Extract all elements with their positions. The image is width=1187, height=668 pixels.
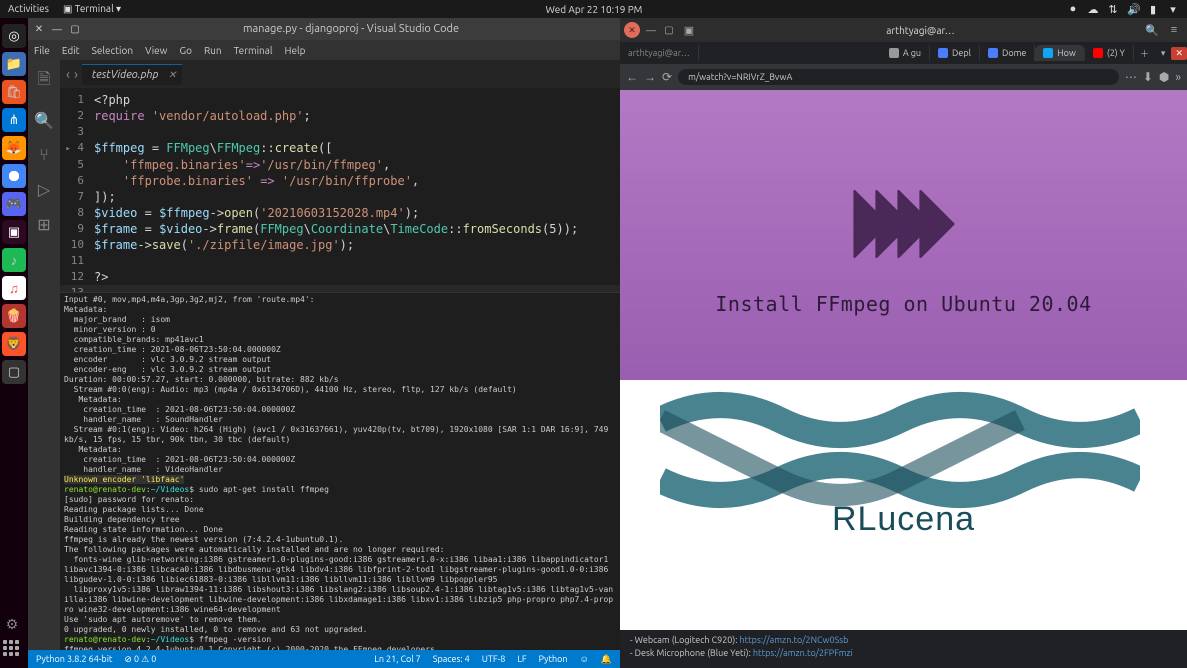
- dock-spotify-icon[interactable]: ♪: [2, 248, 26, 272]
- clock[interactable]: Wed Apr 22 10:19 PM: [121, 4, 1067, 15]
- video-title: Install FFmpeg on Ubuntu 20.04: [715, 292, 1091, 316]
- new-window-icon[interactable]: ▣: [680, 21, 698, 39]
- editor-tabs: ‹ › testVideo.php ✕: [60, 60, 620, 88]
- tab-close-icon[interactable]: ✕: [168, 69, 176, 81]
- nav-back-icon[interactable]: ←: [626, 70, 638, 84]
- secondary-terminal-tab[interactable]: arthtyagi@ar…: [620, 45, 699, 61]
- status-lang[interactable]: Python: [539, 654, 568, 665]
- menu-run[interactable]: Run: [204, 45, 222, 56]
- power-icon[interactable]: ▾: [1167, 3, 1179, 16]
- video-description: - Webcam (Logitech C920): https://amzn.t…: [620, 630, 1187, 668]
- url-input[interactable]: m/watch?v=NRIVrZ_BvwA: [678, 69, 1119, 85]
- record-icon[interactable]: ●: [1067, 3, 1079, 16]
- wifi-icon[interactable]: ⇅: [1107, 3, 1119, 16]
- overlay-title: arthtyagi@ar…: [702, 25, 1139, 36]
- debug-icon[interactable]: ▷: [38, 180, 50, 199]
- browser-tab[interactable]: A gu: [881, 45, 930, 61]
- status-bell-icon[interactable]: 🔔: [601, 654, 612, 665]
- vscode-menubar: File Edit Selection View Go Run Terminal Help: [28, 40, 620, 60]
- close-icon[interactable]: ✕: [624, 22, 640, 38]
- activity-bar: 🗎 🔍 ⑂ ▷ ⊞: [28, 60, 60, 650]
- activities-button[interactable]: Activities: [8, 3, 49, 15]
- minimize-button[interactable]: —: [50, 22, 64, 36]
- browser-tabstrip: arthtyagi@ar… A guDeplDomeHow(2) Y ＋ ▾ ✕: [620, 42, 1187, 64]
- volume-icon[interactable]: 🔊: [1127, 3, 1139, 16]
- launcher-dock: ◎ 📁 🛍 ⋔ 🦊 🎮 ▣ ♪ ♫ 🍿 🦁 ▢ ⚙: [0, 18, 28, 668]
- dock-apps-grid-icon[interactable]: [3, 640, 25, 662]
- explorer-icon[interactable]: 🗎: [38, 68, 51, 95]
- menu-go[interactable]: Go: [179, 45, 191, 56]
- nav-back-icon[interactable]: ‹: [66, 66, 70, 82]
- dock-chrome-icon[interactable]: [2, 164, 26, 188]
- dock-brave-icon[interactable]: 🦁: [2, 332, 26, 356]
- dock-app-icon[interactable]: ▢: [2, 360, 26, 384]
- status-eol[interactable]: LF: [517, 654, 526, 665]
- more-icon[interactable]: ⋯: [1125, 70, 1137, 84]
- dock-obs-icon[interactable]: ◎: [2, 24, 26, 48]
- new-tab-button[interactable]: ＋: [1134, 47, 1155, 60]
- tab-label: testVideo.php: [92, 69, 159, 81]
- status-spaces[interactable]: Spaces: 4: [433, 654, 470, 665]
- status-encoding[interactable]: UTF-8: [482, 654, 506, 665]
- ffmpeg-logo-icon: [849, 184, 959, 264]
- cloud-icon[interactable]: ☁: [1087, 3, 1099, 16]
- browser-tab[interactable]: (2) Y: [1085, 45, 1134, 61]
- nav-fwd-icon[interactable]: ›: [74, 66, 78, 82]
- search-icon[interactable]: 🔍: [34, 111, 54, 130]
- code-editor[interactable]: 1<?php2require 'vendor/autoload.php';3▸ …: [60, 88, 620, 292]
- dock-files-icon[interactable]: 📁: [2, 52, 26, 76]
- extensions-icon[interactable]: ⊞: [37, 215, 50, 234]
- menu-file[interactable]: File: [34, 45, 50, 56]
- download-icon[interactable]: ⬇: [1143, 70, 1153, 84]
- tabs-dropdown-icon[interactable]: ▾: [1155, 48, 1172, 59]
- menu-edit[interactable]: Edit: [62, 45, 80, 56]
- status-python[interactable]: Python 3.8.2 64-bit: [36, 654, 112, 664]
- menu-view[interactable]: View: [145, 45, 167, 56]
- dock-firefox-icon[interactable]: 🦊: [2, 136, 26, 160]
- terminal-overlay-window: ✕ — ▢ ▣ arthtyagi@ar… 🔍 ≡ arthtyagi@ar… …: [620, 18, 1187, 668]
- browser-tab[interactable]: Dome: [980, 45, 1035, 61]
- channel-name: RLucena: [620, 500, 1187, 539]
- close-button[interactable]: ✕: [32, 22, 46, 36]
- terminal-menu[interactable]: ▣ Terminal ▾: [63, 3, 121, 15]
- dock-vscode-icon[interactable]: ⋔: [2, 108, 26, 132]
- git-icon[interactable]: ⑂: [39, 146, 49, 164]
- menu-icon[interactable]: ≡: [1165, 21, 1183, 39]
- window-close-icon[interactable]: ✕: [1171, 47, 1187, 60]
- dock-settings-icon[interactable]: ⚙: [0, 612, 24, 636]
- status-problems[interactable]: ⊘ 0 ⚠ 0: [124, 654, 156, 665]
- menu-help[interactable]: Help: [285, 45, 306, 56]
- vscode-window: ✕ — ▢ manage.py - djangoproj - Visual St…: [28, 18, 620, 668]
- nav-fwd-icon[interactable]: →: [644, 70, 656, 84]
- browser-viewport: Install FFmpeg on Ubuntu 20.04 RLucena -…: [620, 90, 1187, 668]
- dock-terminal-icon[interactable]: ▣: [2, 220, 26, 244]
- status-feedback-icon[interactable]: ☺: [580, 654, 589, 665]
- menu-selection[interactable]: Selection: [92, 45, 133, 56]
- video-thumbnail[interactable]: Install FFmpeg on Ubuntu 20.04: [620, 90, 1187, 380]
- status-position[interactable]: Ln 21, Col 7: [374, 654, 420, 665]
- gnome-topbar: Activities ▣ Terminal ▾ Wed Apr 22 10:19…: [0, 0, 1187, 18]
- terminal-panel[interactable]: Input #0, mov,mp4,m4a,3gp,3g2,mj2, from …: [60, 292, 620, 650]
- status-bar: Python 3.8.2 64-bit ⊘ 0 ⚠ 0 Ln 21, Col 7…: [28, 650, 620, 668]
- search-icon[interactable]: 🔍: [1143, 21, 1161, 39]
- editor-tab[interactable]: testVideo.php ✕: [82, 64, 183, 85]
- overlay-titlebar: ✕ — ▢ ▣ arthtyagi@ar… 🔍 ≡: [620, 18, 1187, 42]
- menu-terminal[interactable]: Terminal: [234, 45, 273, 56]
- dock-popcorn-icon[interactable]: 🍿: [2, 304, 26, 328]
- reload-icon[interactable]: ⟳: [662, 70, 672, 84]
- minimize-icon[interactable]: —: [644, 23, 658, 37]
- maximize-button[interactable]: ▢: [68, 22, 82, 36]
- maximize-icon[interactable]: ▢: [662, 23, 676, 37]
- forward-icon[interactable]: »: [1175, 71, 1181, 84]
- dock-music-icon[interactable]: ♫: [2, 276, 26, 300]
- browser-tab[interactable]: How: [1035, 45, 1085, 61]
- browser-tab[interactable]: Depl: [930, 45, 980, 61]
- window-title: manage.py - djangoproj - Visual Studio C…: [86, 23, 616, 35]
- dock-store-icon[interactable]: 🛍: [2, 80, 26, 104]
- shield-icon[interactable]: ⬢: [1159, 70, 1169, 84]
- battery-icon[interactable]: ▮: [1147, 3, 1159, 16]
- vscode-titlebar: ✕ — ▢ manage.py - djangoproj - Visual St…: [28, 18, 620, 40]
- browser-toolbar: ← → ⟳ m/watch?v=NRIVrZ_BvwA ⋯ ⬇ ⬢ »: [620, 64, 1187, 90]
- dock-discord-icon[interactable]: 🎮: [2, 192, 26, 216]
